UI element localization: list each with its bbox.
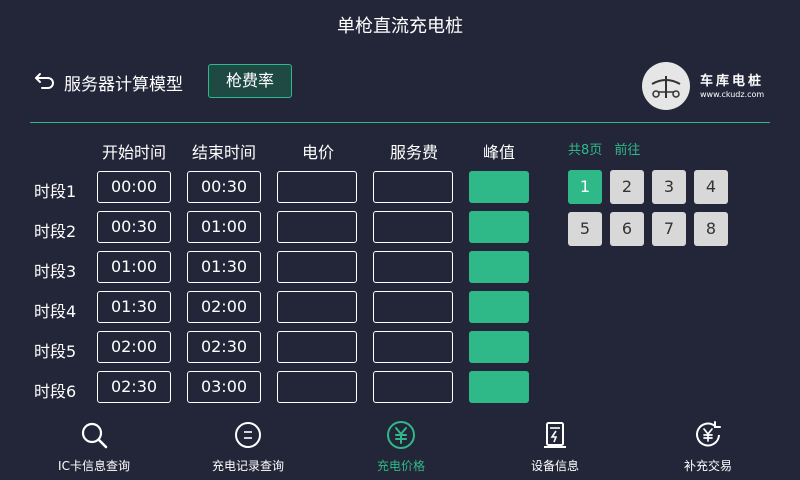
page-button-3[interactable]: 3 — [652, 170, 686, 204]
logo-name: 车库电桩 — [700, 74, 765, 89]
price-field[interactable] — [277, 211, 357, 243]
period-label: 时段3 — [34, 262, 77, 281]
nav-label: 充电记录查询 — [211, 459, 284, 473]
peak-selector[interactable] — [469, 251, 529, 283]
nav-label: 充电价格 — [376, 459, 425, 473]
service-fee-field[interactable] — [373, 331, 453, 363]
app-title: 单枪直流充电桩 — [337, 16, 463, 37]
charger-icon — [544, 422, 566, 448]
brand-logo: 车库电桩 www.ckudz.com — [642, 62, 782, 112]
price-field[interactable] — [277, 331, 357, 363]
gun-rate-button[interactable]: 枪费率 — [208, 64, 292, 98]
start-time-field[interactable]: 02:00 — [97, 331, 171, 363]
back-arrow-icon[interactable] — [34, 70, 56, 92]
page-title: 服务器计算模型 — [64, 75, 183, 95]
record-icon — [235, 422, 261, 448]
service-fee-field[interactable] — [373, 291, 453, 323]
end-time-field[interactable]: 02:30 — [187, 331, 261, 363]
start-time-field[interactable]: 00:30 — [97, 211, 171, 243]
end-time-field[interactable]: 00:30 — [187, 171, 261, 203]
page-button-2[interactable]: 2 — [610, 170, 644, 204]
page-button-1[interactable]: 1 — [568, 170, 602, 204]
yuan-refresh-icon — [696, 421, 721, 447]
start-time-field[interactable]: 00:00 — [97, 171, 171, 203]
page-button-5[interactable]: 5 — [568, 212, 602, 246]
end-time-field[interactable]: 03:00 — [187, 371, 261, 403]
column-header-end: 结束时间 — [191, 143, 256, 162]
goto-page-link[interactable]: 前往 — [614, 143, 640, 158]
peak-selector[interactable] — [469, 211, 529, 243]
period-label: 时段4 — [34, 302, 77, 321]
nav-ic-card-query[interactable]: IC卡信息查询 — [29, 420, 159, 476]
column-header-price: 电价 — [301, 143, 334, 162]
peak-selector[interactable] — [469, 171, 529, 203]
yuan-circle-icon — [387, 421, 415, 449]
nav-charge-price[interactable]: 充电价格 — [336, 420, 466, 476]
pager-info: 共8页 前往 — [568, 139, 648, 158]
end-time-field[interactable]: 01:30 — [187, 251, 261, 283]
service-fee-field[interactable] — [373, 171, 453, 203]
nav-charge-record-query[interactable]: 充电记录查询 — [183, 420, 313, 476]
nav-label: 补充交易 — [683, 459, 732, 473]
nav-device-info[interactable]: 设备信息 — [490, 420, 620, 476]
end-time-field[interactable]: 01:00 — [187, 211, 261, 243]
nav-label: 设备信息 — [530, 459, 579, 473]
column-header-start: 开始时间 — [101, 143, 166, 162]
period-label: 时段2 — [34, 222, 77, 241]
page-button-7[interactable]: 7 — [652, 212, 686, 246]
page-button-6[interactable]: 6 — [610, 212, 644, 246]
start-time-field[interactable]: 01:00 — [97, 251, 171, 283]
search-icon — [81, 422, 108, 449]
page-count-label: 共8页 — [568, 143, 603, 158]
header-divider — [30, 122, 770, 123]
peak-selector[interactable] — [469, 291, 529, 323]
page-button-8[interactable]: 8 — [694, 212, 728, 246]
price-field[interactable] — [277, 371, 357, 403]
price-field[interactable] — [277, 251, 357, 283]
service-fee-field[interactable] — [373, 371, 453, 403]
nav-supplement-transaction[interactable]: 补充交易 — [643, 420, 773, 476]
period-label: 时段6 — [34, 382, 77, 401]
end-time-field[interactable]: 02:00 — [187, 291, 261, 323]
logo-emblem — [642, 62, 690, 110]
period-label: 时段1 — [34, 182, 77, 201]
start-time-field[interactable]: 02:30 — [97, 371, 171, 403]
service-fee-field[interactable] — [373, 251, 453, 283]
column-header-service-fee: 服务费 — [389, 143, 438, 162]
peak-selector[interactable] — [469, 331, 529, 363]
column-header-peak: 峰值 — [482, 143, 515, 162]
period-label: 时段5 — [34, 342, 77, 361]
start-time-field[interactable]: 01:30 — [97, 291, 171, 323]
service-fee-field[interactable] — [373, 211, 453, 243]
peak-selector[interactable] — [469, 371, 529, 403]
logo-url: www.ckudz.com — [700, 90, 765, 99]
page-button-4[interactable]: 4 — [694, 170, 728, 204]
price-field[interactable] — [277, 291, 357, 323]
price-field[interactable] — [277, 171, 357, 203]
nav-label: IC卡信息查询 — [58, 459, 130, 473]
